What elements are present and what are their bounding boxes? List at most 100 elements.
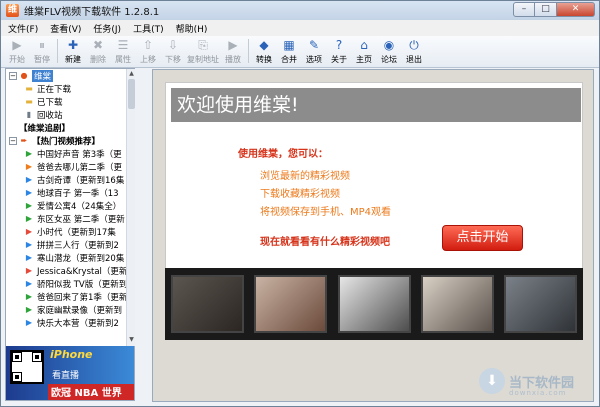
toolbar-button-label: 播放: [225, 55, 241, 64]
tree-item[interactable]: ▶ 快乐大本营（更新到2: [6, 316, 126, 329]
iqiyi-icon: ▶: [25, 200, 33, 210]
video-thumbnail[interactable]: [337, 275, 411, 333]
tree-item[interactable]: ▬ 已下载: [6, 95, 126, 108]
toolbar: ▶ 开始 ⏸ 暂停 ✚ 新建 ✖ 删除 ☰ 属性 ⇧ 上移 ⇩ 下移 ⎘ 复制地址 ▶ 播放 ◆ 转换 ▦ 合并 ✎ 选项? 关…: [1, 36, 599, 68]
tree-item[interactable]: ▶ 拼拼三人行（更新到2: [6, 238, 126, 251]
toolbar-button-label: 退出: [406, 55, 422, 64]
merge-icon: ▦: [283, 38, 295, 52]
ad-banner[interactable]: iPhone 看直播 欧冠 NBA 世界杯: [6, 346, 134, 400]
toolbar-separator: [57, 39, 58, 63]
toolbar-button[interactable]: ▶ 开始: [5, 36, 29, 66]
toolbar-button-label: 主页: [356, 55, 372, 64]
menu-item[interactable]: 查看(V): [45, 22, 86, 35]
toolbar-button[interactable]: ⏸ 暂停: [30, 36, 54, 66]
app-logo-icon: 维: [6, 4, 19, 17]
tree-item[interactable]: ▶ 中国好声音 第3季（更: [6, 147, 126, 160]
tree-item[interactable]: ▶ 东区女巫 第二季（更新: [6, 212, 126, 225]
pause-icon: ⏸: [38, 38, 45, 52]
toolbar-separator: [248, 39, 249, 63]
toolbar-button[interactable]: ☰ 属性: [111, 36, 135, 66]
tree-item[interactable]: ▶ 骄阳似我 TV版（更新到: [6, 277, 126, 290]
scroll-down-icon[interactable]: ▼: [127, 335, 136, 344]
tree-item-label: 地球百子 第一季（13: [37, 188, 119, 199]
toolbar-button[interactable]: ◆ 转换: [252, 36, 276, 66]
tree-item-label: 快乐大本营（更新到2: [37, 318, 119, 329]
toolbar-button[interactable]: ◉ 论坛: [377, 36, 401, 66]
toolbar-button[interactable]: ? 关于: [327, 36, 351, 66]
up-icon: ⇧: [142, 38, 154, 52]
tree-item[interactable]: ▮ 回收站: [6, 108, 126, 121]
recycle-icon: ▮: [26, 109, 32, 119]
video-thumbnail[interactable]: [254, 275, 328, 333]
menu-item[interactable]: 工具(T): [128, 22, 169, 35]
expand-toggle-icon[interactable]: −: [9, 136, 17, 145]
title-bar: 维 维棠FLV视频下载软件 1.2.8.1 – □ ✕: [1, 1, 599, 20]
toolbar-button[interactable]: ✖ 删除: [86, 36, 110, 66]
tree-item[interactable]: ▬ 正在下载: [6, 82, 126, 95]
toolbar-button-label: 转换: [256, 55, 272, 64]
youku-icon: ▶: [25, 317, 33, 327]
toolbar-button[interactable]: ▦ 合并: [277, 36, 301, 66]
tree-item-label: 拼拼三人行（更新到2: [37, 240, 119, 251]
watermark: ⬇ 当下软件园 downxia.com: [479, 368, 574, 397]
video-thumbnail[interactable]: [504, 275, 577, 333]
tree-item[interactable]: ▶ Jessica&Krystal（更新: [6, 264, 126, 277]
toolbar-button[interactable]: ⌂ 主页: [352, 36, 376, 66]
tree-item[interactable]: ▶ 小时代（更新到17集: [6, 225, 126, 238]
toolbar-button[interactable]: ✚ 新建: [61, 36, 85, 66]
feature-item: 下载收藏精彩视频: [260, 189, 340, 200]
toolbar-button[interactable]: ⏻ 退出: [402, 36, 426, 66]
tree-item-label: 小时代（更新到17集: [37, 227, 116, 238]
delete-icon: ✖: [92, 38, 104, 52]
tree-item-label: 家庭幽默录像（更新到: [37, 305, 123, 316]
toolbar-button-label: 论坛: [381, 55, 397, 64]
tree-item[interactable]: ▶ 寒山潜龙（更新到20集: [6, 251, 126, 264]
home-icon: ⌂: [360, 38, 368, 52]
mgtv-icon: ▶: [25, 161, 33, 171]
toolbar-button-label: 新建: [65, 55, 81, 64]
toolbar-button[interactable]: ▶ 播放: [221, 36, 245, 66]
tree-item[interactable]: ▶ 爸爸去哪儿第二季（更: [6, 160, 126, 173]
about-icon: ?: [335, 38, 343, 52]
close-button[interactable]: ✕: [557, 2, 595, 17]
video-thumbnail[interactable]: [171, 275, 244, 333]
ad-title: iPhone: [50, 348, 93, 361]
tv-icon: ▶: [25, 265, 33, 275]
scroll-up-icon[interactable]: ▲: [127, 69, 136, 78]
start-button[interactable]: 点击开始: [442, 225, 523, 251]
expand-toggle-icon[interactable]: −: [9, 71, 17, 80]
scrollbar-thumb[interactable]: [128, 79, 135, 109]
sidebar: − ● 维棠 ▬ 正在下载 ▬ 已下载 ▮ 回收站 【维棠追剧】 − ➨ 【热门视频推荐】 ▶ 中国好声音 …: [5, 68, 135, 401]
tree-item[interactable]: ▶ 地球百子 第一季（13: [6, 186, 126, 199]
minimize-button[interactable]: –: [513, 2, 535, 17]
menu-item[interactable]: 任务(J): [88, 22, 126, 35]
toolbar-button[interactable]: ✎ 选项: [302, 36, 326, 66]
welcome-heading: 欢迎使用维棠!: [171, 88, 581, 122]
tree-item[interactable]: ▶ 爸爸回来了第1季（更新: [6, 290, 126, 303]
tree-item[interactable]: ▶ 家庭幽默录像（更新到: [6, 303, 126, 316]
video-filmstrip: [165, 268, 583, 340]
window-controls: – □ ✕: [513, 2, 595, 17]
tree-item[interactable]: − ● 维棠: [6, 69, 126, 82]
youku-icon: ▶: [25, 187, 33, 197]
toolbar-button-label: 上移: [140, 55, 156, 64]
navigation-tree: − ● 维棠 ▬ 正在下载 ▬ 已下载 ▮ 回收站 【维棠追剧】 − ➨ 【热门视频推荐】 ▶ 中国好声音 …: [6, 69, 126, 346]
youku-icon: ▶: [25, 252, 33, 262]
toolbar-button[interactable]: ⇩ 下移: [161, 36, 185, 66]
menu-item[interactable]: 帮助(H): [171, 22, 213, 35]
tree-item[interactable]: ▶ 古剑奇谭（更新到16集: [6, 173, 126, 186]
tree-item[interactable]: 【维棠追剧】: [6, 121, 126, 134]
folder-icon: ▬: [25, 83, 33, 93]
toolbar-button[interactable]: ⎘ 复制地址: [186, 36, 220, 66]
app-icon: ●: [20, 70, 28, 80]
sidebar-scrollbar[interactable]: ▲ ▼: [126, 69, 135, 346]
tree-item-label: 【维棠追剧】: [19, 123, 71, 134]
maximize-button[interactable]: □: [535, 2, 557, 17]
menu-item[interactable]: 文件(F): [3, 22, 43, 35]
toolbar-button[interactable]: ⇧ 上移: [136, 36, 160, 66]
tree-item[interactable]: ▶ 爱情公寓4（24集全）: [6, 199, 126, 212]
video-thumbnail[interactable]: [420, 275, 494, 333]
tree-item-label: 维棠: [32, 69, 54, 82]
tree-item[interactable]: − ➨ 【热门视频推荐】: [6, 134, 126, 147]
folder-icon: ▬: [25, 96, 33, 106]
